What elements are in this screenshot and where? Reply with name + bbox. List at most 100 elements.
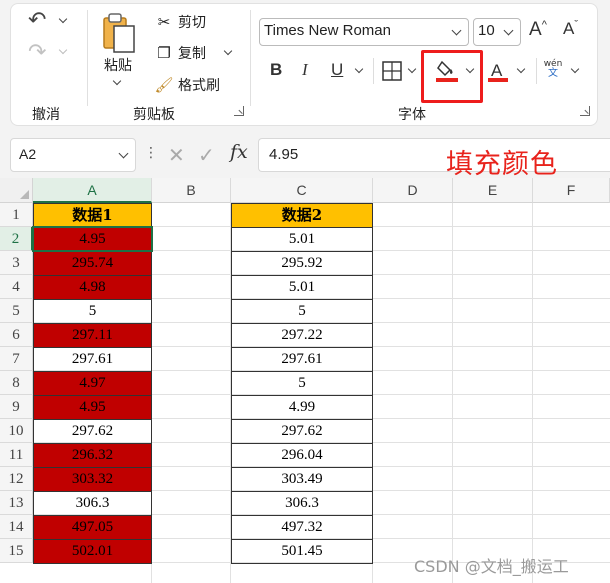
cell-a1[interactable]: 数据1	[33, 203, 152, 228]
ribbon: ↶ ↷ 撤消 粘贴 ✂ 剪切 ❐ 复制 🖌 格式刷 剪贴板 Times New …	[0, 0, 610, 135]
cell-c15[interactable]: 501.45	[231, 539, 373, 564]
cell-a11[interactable]: 296.32	[33, 443, 152, 468]
cell-c13[interactable]: 306.3	[231, 491, 373, 516]
cell-c7[interactable]: 297.61	[231, 347, 373, 372]
format-painter-label: 格式刷	[178, 78, 220, 94]
cell-a10[interactable]: 297.62	[33, 419, 152, 444]
paste-icon[interactable]	[98, 12, 138, 56]
select-all-button[interactable]	[0, 178, 33, 203]
undo-icon[interactable]: ↶	[28, 8, 46, 33]
copy-button[interactable]: ❐ 复制	[154, 43, 206, 63]
column-header-f[interactable]: F	[533, 178, 610, 203]
column-header-d[interactable]: D	[373, 178, 453, 203]
row-header-15[interactable]: 15	[0, 539, 33, 563]
fill-color-highlight	[421, 50, 483, 103]
shrink-font-button[interactable]: Aˇ	[563, 19, 578, 39]
watermark: CSDN @文档_搬运工	[414, 557, 569, 576]
cell-a2[interactable]: 4.95	[33, 227, 152, 252]
column-header-b[interactable]: B	[152, 178, 231, 203]
redo-icon[interactable]: ↷	[28, 40, 46, 65]
group-label-font: 字体	[398, 107, 426, 123]
cell-a15[interactable]: 502.01	[33, 539, 152, 564]
grow-font-icon: A	[529, 19, 542, 40]
paste-button[interactable]: 粘贴	[104, 55, 132, 75]
clipboard-launcher-icon[interactable]	[234, 106, 244, 116]
font-launcher-icon[interactable]	[580, 106, 590, 116]
cell-c2[interactable]: 5.01	[231, 227, 373, 252]
bold-button[interactable]: B	[270, 60, 282, 80]
italic-button[interactable]: I	[302, 60, 308, 80]
cell-a3[interactable]: 295.74	[33, 251, 152, 276]
font-name-select[interactable]: Times New Roman	[259, 18, 469, 46]
name-box[interactable]: A2	[10, 138, 136, 172]
cell-a12[interactable]: 303.32	[33, 467, 152, 492]
font-size-value: 10	[478, 22, 495, 39]
group-separator	[87, 10, 88, 106]
format-painter-button[interactable]: 🖌 格式刷	[154, 75, 220, 95]
cell-a5[interactable]: 5	[33, 299, 152, 324]
column-header-c[interactable]: C	[231, 178, 373, 203]
row-header-4[interactable]: 4	[0, 275, 33, 299]
scissors-icon: ✂	[157, 13, 171, 31]
row-header-2[interactable]: 2	[0, 227, 33, 251]
cell-c5[interactable]: 5	[231, 299, 373, 324]
cell-c3[interactable]: 295.92	[231, 251, 373, 276]
cell-a8[interactable]: 4.97	[33, 371, 152, 396]
cell-c4[interactable]: 5.01	[231, 275, 373, 300]
cell-c12[interactable]: 303.49	[231, 467, 373, 492]
cell-c14[interactable]: 497.32	[231, 515, 373, 540]
brush-icon: 🖌	[154, 76, 174, 94]
cut-button[interactable]: ✂ 剪切	[154, 12, 206, 32]
svg-text:A: A	[491, 61, 503, 80]
row-header-6[interactable]: 6	[0, 323, 33, 347]
row-header-7[interactable]: 7	[0, 347, 33, 371]
grow-font-button[interactable]: A^	[529, 19, 547, 41]
copy-label: 复制	[178, 46, 206, 62]
row-header-8[interactable]: 8	[0, 371, 33, 395]
cell-a6[interactable]: 297.11	[33, 323, 152, 348]
cell-a9[interactable]: 4.95	[33, 395, 152, 420]
phonetic-guide-button[interactable]: wén 文	[542, 60, 564, 79]
cut-label: 剪切	[178, 15, 206, 31]
chevron-down-icon	[118, 148, 129, 159]
copy-icon: ❐	[157, 44, 171, 62]
divider	[536, 58, 537, 84]
column-header-a[interactable]: A	[33, 178, 152, 203]
cell-a7[interactable]: 297.61	[33, 347, 152, 372]
divider	[373, 58, 374, 84]
row-header-11[interactable]: 11	[0, 443, 33, 467]
cell-a13[interactable]: 306.3	[33, 491, 152, 516]
phonetic-bottom: 文	[548, 68, 558, 79]
cell-a14[interactable]: 497.05	[33, 515, 152, 540]
insert-function-button[interactable]: fx	[230, 141, 248, 163]
chevron-down-icon	[503, 25, 514, 36]
row-header-12[interactable]: 12	[0, 467, 33, 491]
cell-c10[interactable]: 297.62	[231, 419, 373, 444]
row-header-9[interactable]: 9	[0, 395, 33, 419]
row-header-3[interactable]: 3	[0, 251, 33, 275]
font-color-icon[interactable]: A	[488, 58, 510, 84]
row-header-14[interactable]: 14	[0, 515, 33, 539]
row-header-10[interactable]: 10	[0, 419, 33, 443]
more-options-icon[interactable]: ⋮	[144, 145, 158, 161]
shrink-font-icon: A	[563, 19, 575, 38]
row-header-1[interactable]: 1	[0, 203, 33, 227]
font-name-value: Times New Roman	[264, 22, 391, 39]
group-label-clipboard: 剪贴板	[133, 107, 175, 123]
borders-icon[interactable]	[382, 61, 402, 81]
cell-c1[interactable]: 数据2	[231, 203, 373, 228]
enter-icon[interactable]: ✓	[198, 143, 215, 167]
cell-c9[interactable]: 4.99	[231, 395, 373, 420]
font-size-select[interactable]: 10	[473, 18, 521, 46]
underline-button[interactable]: U	[331, 60, 343, 80]
cell-c11[interactable]: 296.04	[231, 443, 373, 468]
group-separator	[250, 10, 251, 106]
cell-c6[interactable]: 297.22	[231, 323, 373, 348]
annotation-label: 填充颜色	[446, 149, 558, 180]
column-header-e[interactable]: E	[453, 178, 533, 203]
row-header-5[interactable]: 5	[0, 299, 33, 323]
cancel-icon[interactable]: ✕	[168, 143, 185, 167]
cell-c8[interactable]: 5	[231, 371, 373, 396]
cell-a4[interactable]: 4.98	[33, 275, 152, 300]
row-header-13[interactable]: 13	[0, 491, 33, 515]
